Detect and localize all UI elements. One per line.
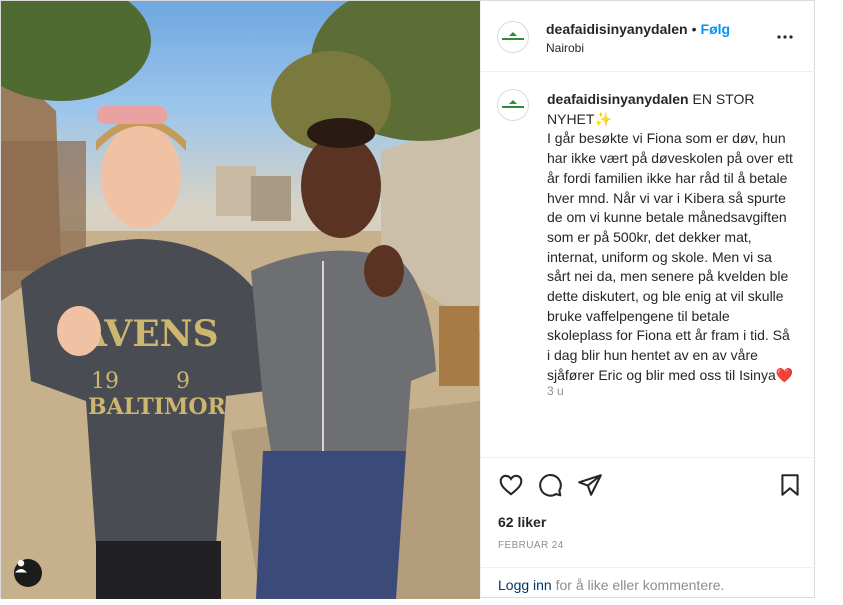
post-date: FEBRUAR 24 [498,540,564,551]
svg-text:19: 19 [91,369,119,394]
header-user-row: deafaidisinyanydalen • Følg [546,21,730,37]
action-bar: 62 liker FEBRUAR 24 [481,457,816,568]
follow-button[interactable]: Følg [701,21,731,37]
caption-avatar[interactable] [497,89,529,121]
login-prompt: for å like eller kommentere. [551,577,725,593]
brand-logo-icon [502,32,524,40]
post-card: AVENS 19 9 BALTIMOR deafaidisinyanydalen… [0,0,816,599]
user-tag-button[interactable] [14,559,42,587]
photo-illustration: AVENS 19 9 BALTIMOR [1,1,480,599]
comment-button[interactable] [537,472,563,498]
more-options-button[interactable] [773,25,797,49]
like-button[interactable] [498,472,524,498]
comment-icon [539,474,562,497]
heart-icon [499,474,523,496]
caption-area: deafaidisinyanydalen EN STOR NYHET✨ I gå… [481,72,816,457]
caption-username[interactable]: deafaidisinyanydalen [547,91,689,107]
share-button[interactable] [577,472,603,498]
brand-logo-icon [502,100,524,108]
svg-text:BALTIMOR: BALTIMOR [88,394,227,420]
send-icon [578,474,602,496]
post-caption: deafaidisinyanydalen EN STOR NYHET✨ I gå… [547,90,795,386]
post-photo[interactable]: AVENS 19 9 BALTIMOR [1,1,480,599]
location-link[interactable]: Nairobi [546,41,584,55]
bookmark-icon [781,474,799,496]
caption-body: I går besøkte vi Fiona som er døv, hun h… [547,130,794,383]
separator-dot: • [691,21,697,37]
more-options-icon [777,35,793,39]
likes-count[interactable]: 62 liker [498,514,546,530]
login-link[interactable]: Logg inn [498,577,552,593]
post-sidebar: deafaidisinyanydalen • Følg Nairobi deafai… [480,1,816,599]
profile-avatar[interactable] [497,21,529,53]
user-tag-icon [15,560,27,573]
header-username[interactable]: deafaidisinyanydalen [546,21,688,37]
post-header: deafaidisinyanydalen • Følg Nairobi [481,1,815,72]
svg-text:9: 9 [176,369,190,394]
save-button[interactable] [777,472,803,498]
post-time-ago[interactable]: 3 u [547,384,564,398]
login-row: Logg inn for å like eller kommentere. [481,567,816,599]
